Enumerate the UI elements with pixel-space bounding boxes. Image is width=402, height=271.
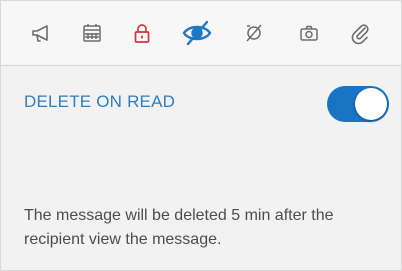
delete-on-read-toggle[interactable] [327, 86, 389, 122]
lock-icon [130, 21, 154, 45]
delete-on-read-description: The message will be deleted 5 min after … [24, 207, 334, 248]
announcement-button[interactable] [22, 13, 62, 53]
paperclip-icon [348, 21, 372, 45]
no-screenshot-button[interactable] [234, 13, 274, 53]
encrypt-button[interactable] [122, 13, 162, 53]
toolbar [1, 1, 401, 66]
megaphone-icon [30, 21, 54, 45]
delete-on-read-label: DELETE ON READ [24, 92, 176, 111]
schedule-button[interactable] [72, 13, 112, 53]
camera-icon [297, 21, 321, 45]
message-options-panel: DELETE ON READ The message will be delet… [0, 0, 402, 271]
delete-on-read-button[interactable] [177, 13, 217, 53]
camera-button[interactable] [289, 13, 329, 53]
no-image-icon [242, 21, 266, 45]
delete-on-read-row: DELETE ON READ [1, 66, 401, 140]
eye-slash-icon [182, 20, 212, 46]
attachment-button[interactable] [340, 13, 380, 53]
calendar-icon [80, 21, 104, 45]
toggle-knob [355, 88, 387, 120]
